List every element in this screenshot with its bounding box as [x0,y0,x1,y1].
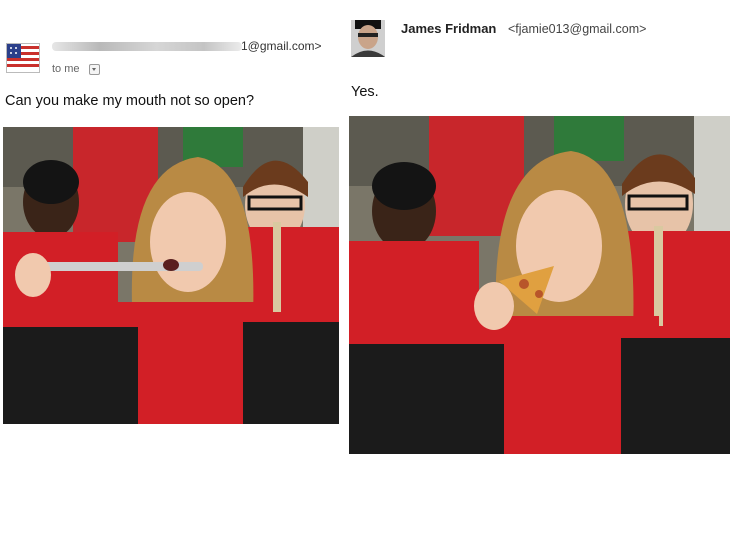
request-message: Can you make my mouth not so open? [5,93,255,109]
author-avatar[interactable] [351,20,385,57]
sender-avatar[interactable] [6,43,40,73]
original-photo [3,127,339,424]
recipient-details-dropdown-icon[interactable] [89,64,100,75]
sender-address: 1@gmail.com> [241,39,322,53]
reply-email-panel: James Fridman <fjamie013@gmail.com> Yes. [346,0,750,544]
author-name: James Fridman [401,21,497,36]
american-flag-icon [7,44,39,72]
edited-photo [349,116,730,454]
recipient-line: to me [52,63,80,75]
redacted-sender-address [52,42,242,51]
user-portrait-icon [351,20,385,57]
author-email: <fjamie013@gmail.com> [508,22,647,36]
request-email-panel: 1@gmail.com> to me Can you make my mouth… [0,0,350,544]
reply-message: Yes. [351,84,379,100]
